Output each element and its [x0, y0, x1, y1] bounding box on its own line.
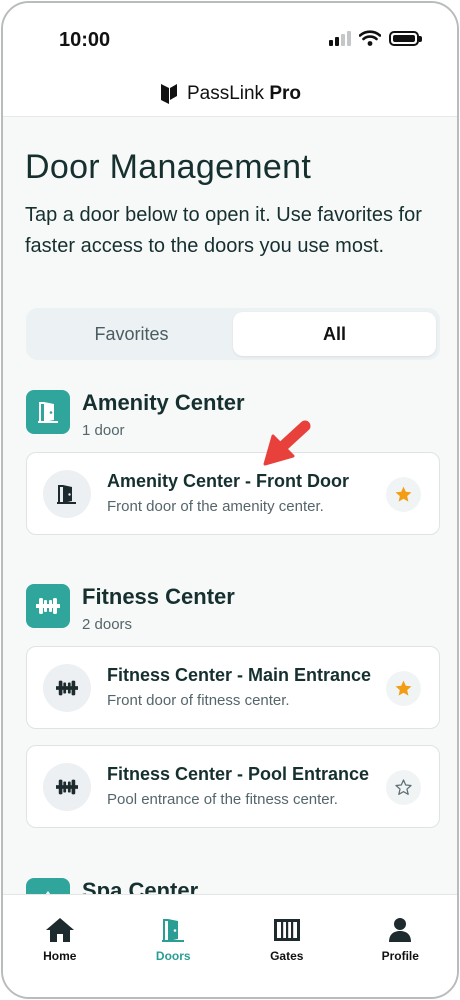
- status-icons: [329, 30, 422, 46]
- door-icon: [26, 390, 70, 434]
- person-icon: [389, 918, 412, 942]
- star-filled-icon: [395, 486, 412, 502]
- dumbbell-icon: [43, 664, 91, 712]
- star-filled-icon: [395, 680, 412, 696]
- brand-name: PassLink Pro: [187, 83, 301, 105]
- nav-home[interactable]: Home: [3, 895, 117, 997]
- door-card-fitness-main-entrance[interactable]: Fitness Center - Main Entrance Front doo…: [26, 646, 440, 729]
- page-title: Door Management: [25, 148, 312, 186]
- door-name: Amenity Center - Front Door: [107, 471, 350, 491]
- nav-label: Home: [43, 949, 77, 963]
- gate-icon: [273, 919, 300, 941]
- star-outline-icon: [395, 779, 412, 795]
- view-tabs: Favorites All: [26, 308, 440, 360]
- nav-doors[interactable]: Doors: [117, 895, 231, 997]
- group-door-count: 1 door: [82, 422, 125, 439]
- nav-profile[interactable]: Profile: [344, 895, 458, 997]
- group-title: Fitness Center: [82, 584, 235, 609]
- door-icon: [43, 470, 91, 518]
- group-header-spa-center: Spa Center: [26, 878, 198, 894]
- passlink-logo-icon: [160, 84, 177, 104]
- favorite-toggle-button[interactable]: [386, 671, 421, 706]
- wifi-icon: [359, 30, 381, 46]
- nav-label: Profile: [381, 949, 419, 963]
- group-door-count: 2 doors: [82, 616, 133, 633]
- door-card-fitness-pool-entrance[interactable]: Fitness Center - Pool Entrance Pool entr…: [26, 745, 440, 828]
- tab-favorites[interactable]: Favorites: [30, 312, 233, 356]
- group-title: Spa Center: [82, 878, 199, 894]
- door-description: Front door of the amenity center.: [107, 498, 324, 515]
- tab-all[interactable]: All: [233, 312, 436, 356]
- brand-name-text: PassLink: [186, 83, 265, 104]
- brand-name-suffix: Pro: [269, 83, 302, 104]
- status-time: 10:00: [59, 29, 111, 51]
- main-content[interactable]: Door Management Tap a door below to open…: [3, 118, 457, 894]
- bottom-navigation: Home Doors Gates Profile: [3, 894, 458, 997]
- phone-frame: 10:00 PassLink Pro Door Management Tap a…: [1, 1, 459, 999]
- door-description: Pool entrance of the fitness center.: [107, 791, 338, 808]
- dumbbell-icon: [26, 584, 70, 628]
- top-bar: 10:00 PassLink Pro: [3, 3, 457, 117]
- signal-icon: [329, 30, 351, 46]
- favorite-toggle-button[interactable]: [386, 477, 421, 512]
- door-card-amenity-front-door[interactable]: Amenity Center - Front Door Front door o…: [26, 452, 440, 535]
- nav-label: Doors: [155, 949, 191, 963]
- battery-icon: [389, 30, 422, 46]
- dumbbell-icon: [43, 763, 91, 811]
- home-icon: [45, 918, 74, 942]
- spa-icon: [26, 878, 70, 894]
- app-brand: PassLink Pro: [3, 83, 457, 105]
- nav-label: Gates: [270, 949, 304, 963]
- group-header-amenity-center: Amenity Center 1 door: [26, 390, 245, 439]
- group-title: Amenity Center: [82, 390, 245, 415]
- annotation-arrow-icon: [263, 420, 311, 466]
- page-description: Tap a door below to open it. Use favorit…: [25, 204, 422, 257]
- group-header-fitness-center: Fitness Center 2 doors: [26, 584, 235, 633]
- nav-gates[interactable]: Gates: [230, 895, 344, 997]
- door-icon: [162, 919, 185, 942]
- door-description: Front door of fitness center.: [107, 692, 290, 709]
- favorite-toggle-button[interactable]: [386, 770, 421, 805]
- door-name: Fitness Center - Pool Entrance: [107, 764, 370, 784]
- door-name: Fitness Center - Main Entrance: [107, 665, 372, 685]
